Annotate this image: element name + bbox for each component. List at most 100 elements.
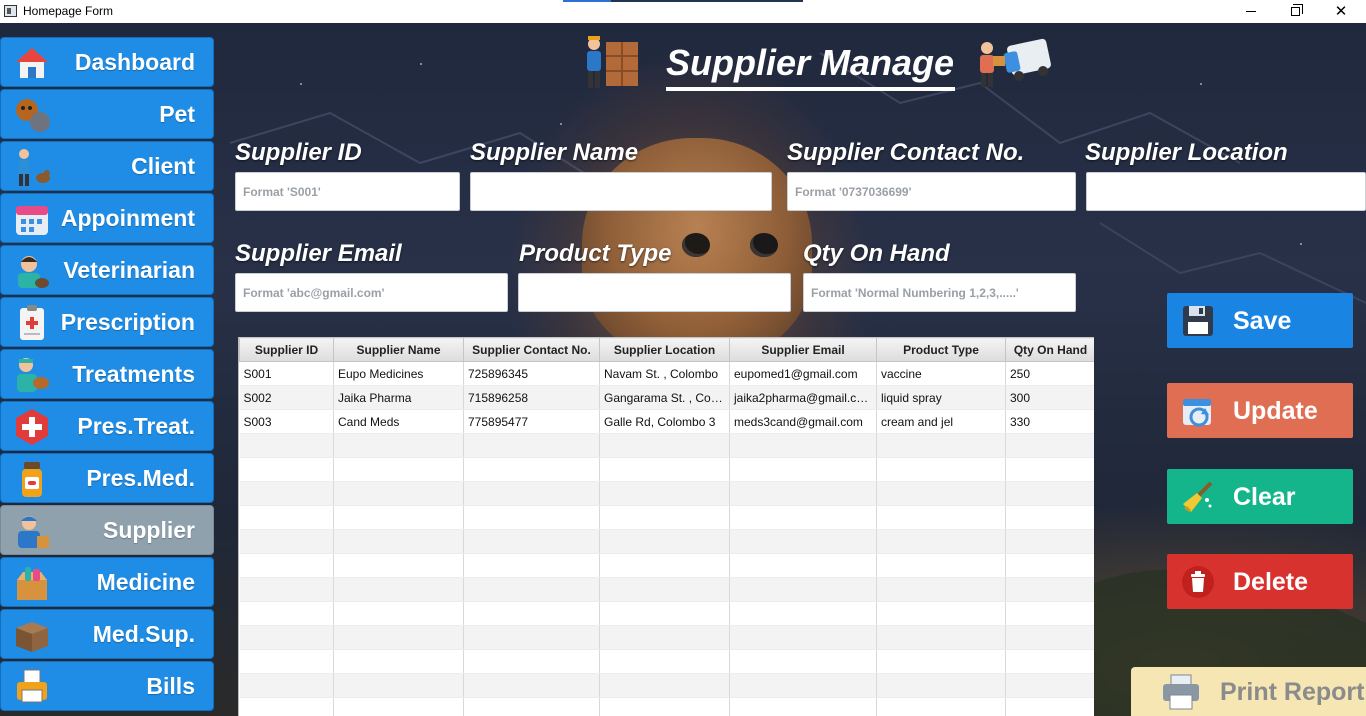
table-cell: Jaika Pharma	[333, 385, 464, 410]
window-title: Homepage Form	[23, 4, 114, 18]
medical-cross-icon	[16, 409, 48, 445]
trash-icon	[1182, 566, 1214, 598]
empty-table-row	[239, 553, 1094, 578]
sidebar-item-client[interactable]: Client	[0, 141, 214, 191]
empty-table-row	[239, 673, 1094, 698]
sidebar-item-veterinarian[interactable]: Veterinarian	[0, 245, 214, 295]
sidebar-item-label: Supplier	[102, 517, 195, 543]
sidebar-item-label: Appoinment	[60, 205, 195, 231]
empty-table-row	[239, 457, 1094, 482]
empty-table-row	[239, 505, 1094, 530]
table-header-row: Supplier ID Supplier Name Supplier Conta…	[239, 337, 1094, 362]
table-cell: S002	[239, 385, 334, 410]
table-row[interactable]: S003 Cand Meds 775895477 Galle Rd, Colom…	[239, 409, 1094, 434]
table-cell: Gangarama St. , Colombo	[599, 385, 730, 410]
warehouse-worker-icon	[587, 36, 638, 88]
table-cell: Eupo Medicines	[333, 361, 464, 386]
supplier-name-input[interactable]	[470, 172, 772, 211]
empty-table-row	[239, 529, 1094, 554]
sidebar-item-pres-med[interactable]: Pres.Med.	[0, 453, 214, 503]
sidebar-item-appoinment[interactable]: Appoinment	[0, 193, 214, 243]
supplier-id-input[interactable]	[235, 172, 460, 211]
empty-table-row	[239, 697, 1094, 716]
sidebar-item-prescription[interactable]: Prescription	[0, 297, 214, 347]
table-row[interactable]: S002 Jaika Pharma 715896258 Gangarama St…	[239, 385, 1094, 410]
table-cell: S001	[239, 361, 334, 386]
empty-table-row	[239, 601, 1094, 626]
supplier-name-label: Supplier Name	[470, 139, 639, 166]
table-row[interactable]: S001 Eupo Medicines 725896345 Navam St. …	[239, 361, 1094, 386]
page-title: Supplier Manage	[666, 42, 955, 83]
sidebar-item-label: Bills	[146, 673, 195, 699]
delivery-truck-icon	[980, 38, 1051, 87]
print-report-button[interactable]: Print Report	[1131, 667, 1366, 716]
sidebar-item-pres-treat[interactable]: Pres.Treat.	[0, 401, 214, 451]
supplier-id-label: Supplier ID	[235, 139, 362, 166]
product-type-label: Product Type	[519, 240, 672, 267]
close-button[interactable]: ✕	[1318, 0, 1364, 22]
column-header[interactable]: Product Type	[876, 337, 1006, 362]
sidebar-item-label: Prescription	[60, 309, 195, 335]
delete-button-label: Delete	[1233, 568, 1309, 596]
app-window-icon	[4, 5, 17, 17]
column-header[interactable]: Qty On Hand	[1005, 337, 1094, 362]
delete-button[interactable]: Delete	[1167, 554, 1353, 609]
vet-with-dog-icon	[17, 358, 49, 392]
supplier-email-label: Supplier Email	[235, 240, 402, 267]
clipboard-icon	[20, 305, 44, 340]
table-cell: 775895477	[463, 409, 600, 434]
minimize-icon	[1246, 10, 1256, 12]
supplier-location-input[interactable]	[1086, 172, 1366, 211]
qty-on-hand-label: Qty On Hand	[803, 240, 950, 267]
house-icon	[16, 48, 48, 78]
column-header[interactable]: Supplier Location	[599, 337, 730, 362]
update-button[interactable]: Update	[1167, 383, 1353, 438]
sidebar-item-label: Med.Sup.	[92, 621, 195, 647]
sidebar-item-dashboard[interactable]: Dashboard	[0, 37, 214, 87]
column-header[interactable]: Supplier Email	[729, 337, 877, 362]
table-cell: cream and jel	[876, 409, 1006, 434]
empty-table-row	[239, 577, 1094, 602]
print-report-label: Print Report	[1220, 678, 1365, 706]
sidebar-item-medicine[interactable]: Medicine	[0, 557, 214, 607]
table-cell: 715896258	[463, 385, 600, 410]
sidebar-item-label: Medicine	[96, 569, 195, 595]
calendar-refresh-icon	[1183, 399, 1211, 427]
title-underline	[666, 87, 955, 91]
pets-icon	[16, 99, 50, 132]
supplier-table[interactable]: Supplier ID Supplier Name Supplier Conta…	[238, 337, 1094, 716]
receipt-printer-icon	[17, 669, 47, 703]
pill-bottle-icon	[22, 462, 42, 497]
empty-table-row	[239, 481, 1094, 506]
title-accent-line	[563, 0, 803, 2]
supplier-email-input[interactable]	[235, 273, 508, 312]
table-cell: 725896345	[463, 361, 600, 386]
maximize-button[interactable]	[1272, 0, 1318, 22]
printer-icon	[1163, 674, 1199, 710]
qty-on-hand-input[interactable]	[803, 273, 1076, 312]
sidebar-item-med-sup[interactable]: Med.Sup.	[0, 609, 214, 659]
supplier-contact-label: Supplier Contact No.	[787, 139, 1025, 166]
clear-button[interactable]: Clear	[1167, 469, 1353, 524]
sidebar-item-label: Pres.Treat.	[77, 413, 195, 439]
sidebar-item-pet[interactable]: Pet	[0, 89, 214, 139]
supplier-contact-input[interactable]	[787, 172, 1076, 211]
minimize-button[interactable]	[1228, 0, 1274, 22]
sidebar-item-supplier[interactable]: Supplier	[0, 505, 214, 555]
table-cell: eupomed1@gmail.com	[729, 361, 877, 386]
column-header[interactable]: Supplier Name	[333, 337, 464, 362]
save-button[interactable]: Save	[1167, 293, 1353, 348]
sidebar-item-bills[interactable]: Bills	[0, 661, 214, 711]
sidebar-item-label: Pres.Med.	[86, 465, 195, 491]
column-header[interactable]: Supplier Contact No.	[463, 337, 600, 362]
column-header[interactable]: Supplier ID	[239, 337, 334, 362]
product-type-input[interactable]	[518, 273, 791, 312]
empty-table-row	[239, 433, 1094, 458]
sidebar-item-label: Dashboard	[74, 49, 195, 75]
table-cell: Cand Meds	[333, 409, 464, 434]
cardboard-box-icon	[16, 622, 48, 652]
sidebar-item-treatments[interactable]: Treatments	[0, 349, 214, 399]
save-button-label: Save	[1233, 307, 1292, 335]
table-cell: meds3cand@gmail.com	[729, 409, 877, 434]
maximize-icon	[1290, 3, 1303, 16]
